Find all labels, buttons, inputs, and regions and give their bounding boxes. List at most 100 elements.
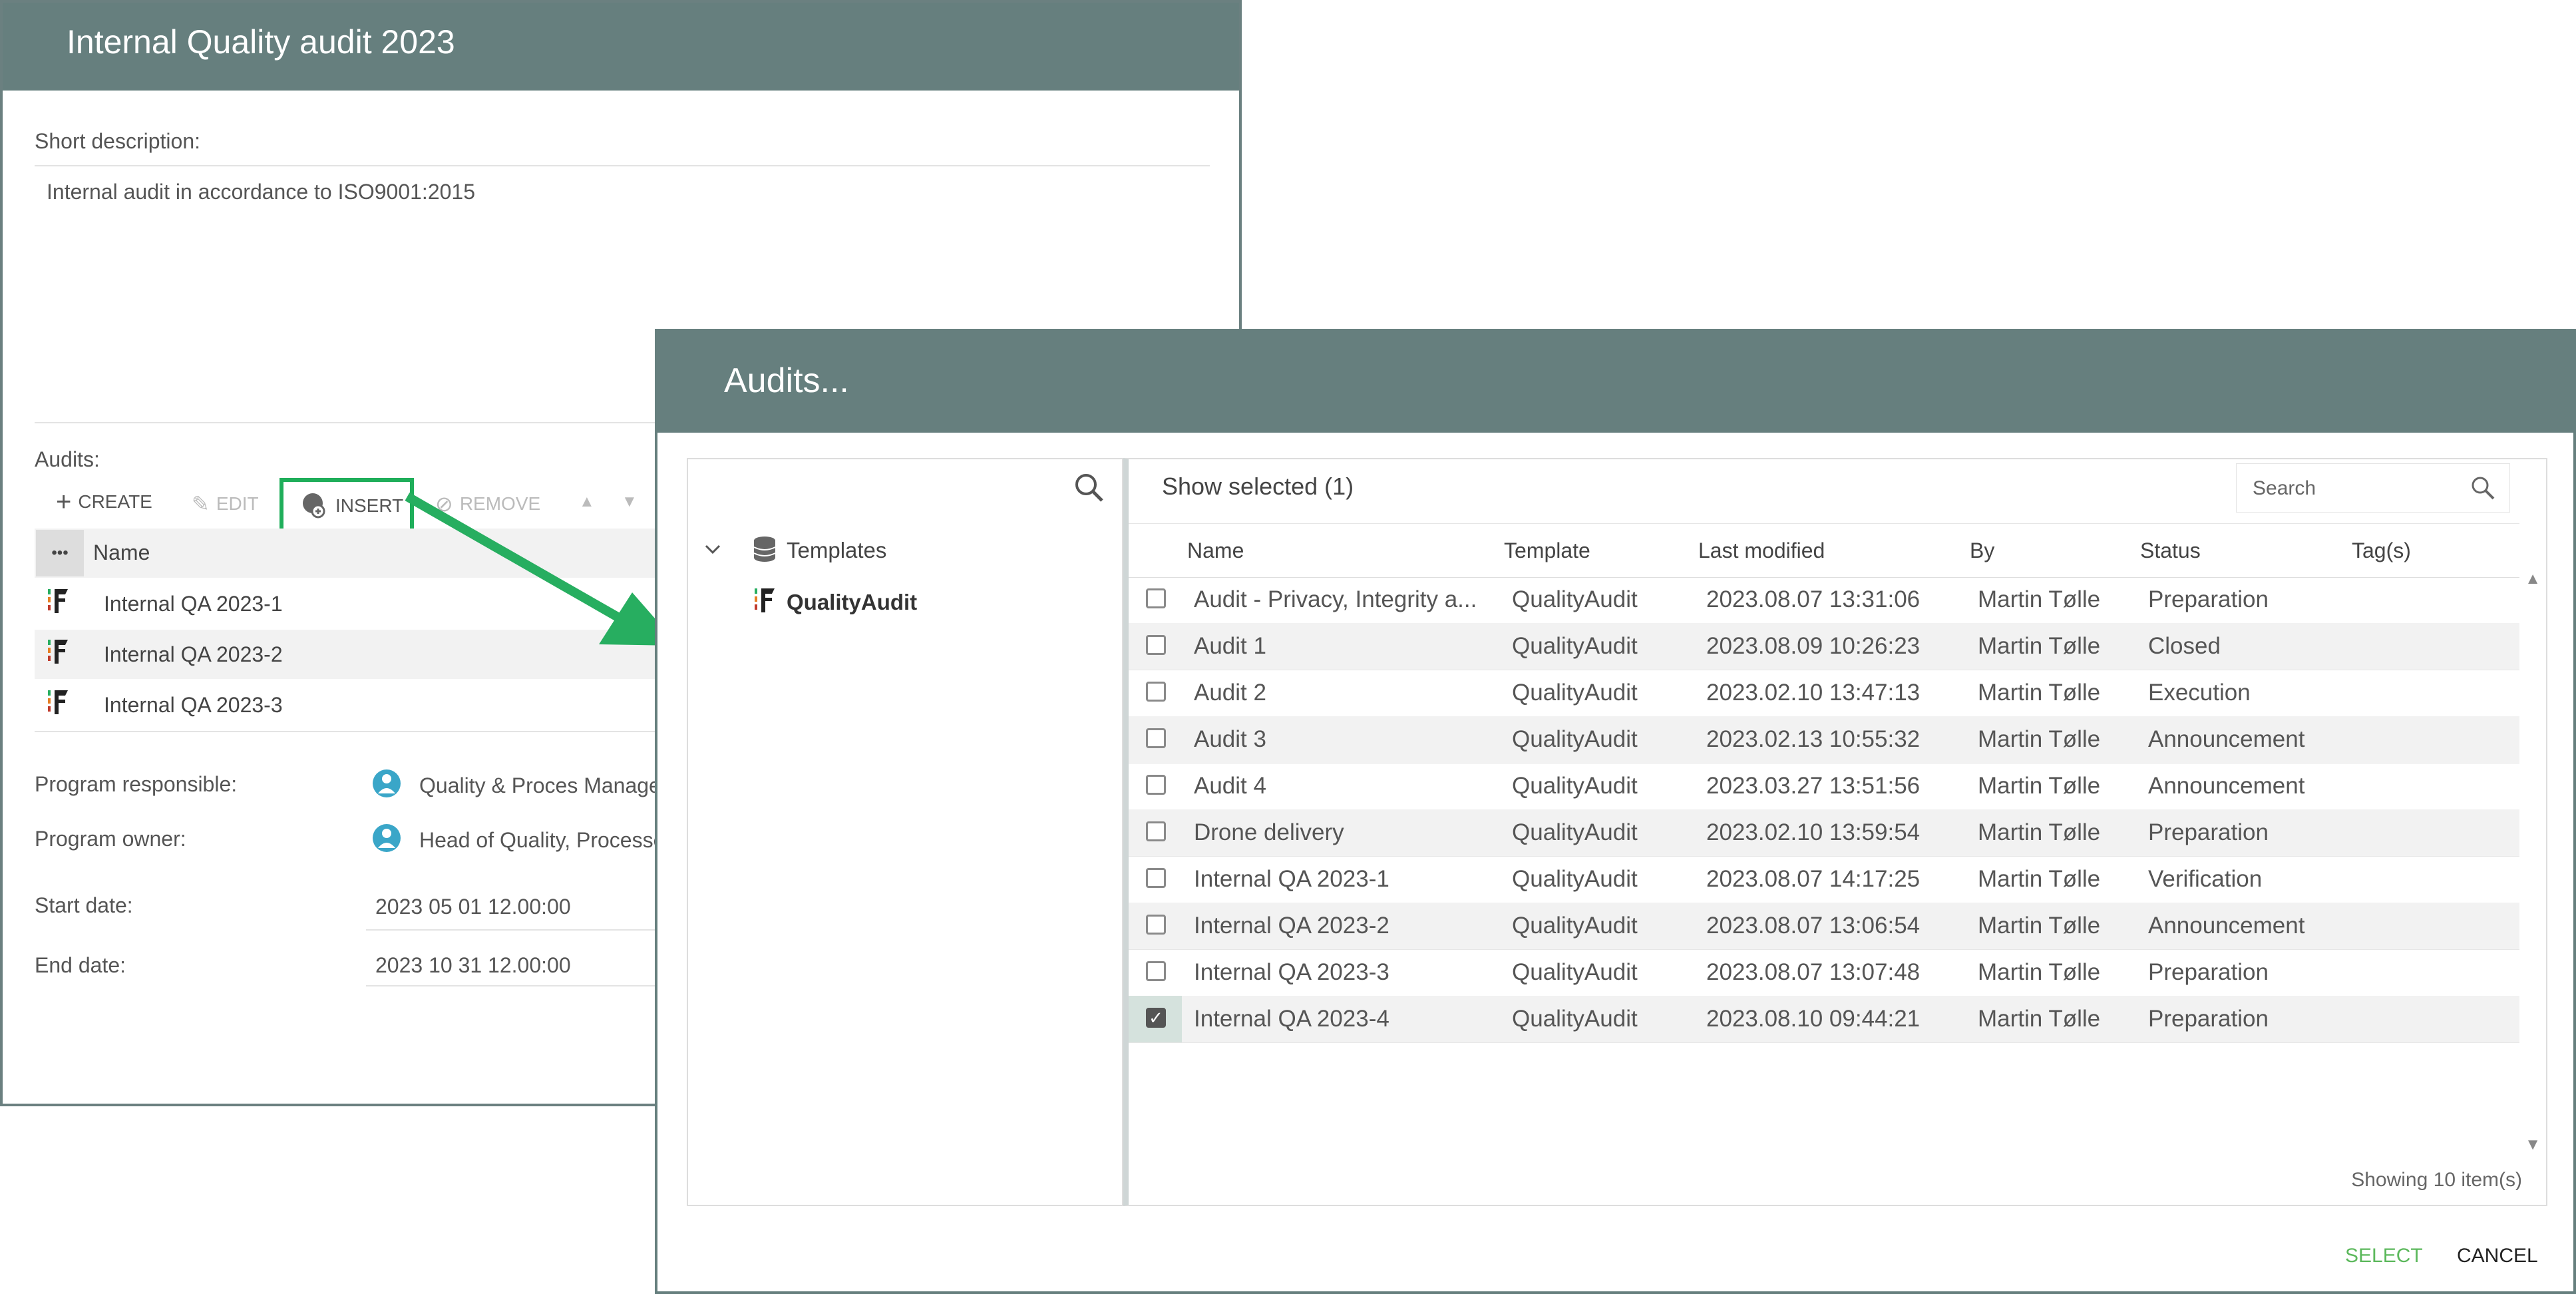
pencil-icon: ✎ [192, 492, 210, 516]
scroll-down-icon[interactable]: ▼ [2525, 1136, 2541, 1154]
table-row[interactable]: Audit 4 QualityAudit 2023.03.27 13:51:56 Ma… [1129, 763, 2519, 810]
table-row[interactable]: Audit - Privacy, Integrity a... QualityAu… [1129, 576, 2519, 624]
cell-template: QualityAudit [1512, 866, 1638, 892]
audit-template-icon [45, 688, 79, 722]
cell-by: Martin Tølle [1978, 959, 2101, 985]
divider [366, 985, 659, 986]
audits-dialog: Audits... Templates QualityAudit Show se… [655, 329, 2576, 1294]
cell-by: Martin Tølle [1978, 680, 2101, 706]
insert-button[interactable]: INSERT [299, 491, 403, 521]
program-owner-value[interactable]: Head of Quality, Processe [419, 828, 665, 853]
more-menu[interactable]: ••• [36, 530, 84, 576]
row-checkbox[interactable] [1146, 775, 1166, 795]
row-checkbox[interactable] [1146, 821, 1166, 841]
cell-status: Preparation [2148, 586, 2269, 612]
cell-by: Martin Tølle [1978, 1006, 2101, 1032]
database-icon [752, 535, 777, 566]
column-header-tags[interactable]: Tag(s) [2352, 524, 2411, 577]
cell-template: QualityAudit [1512, 726, 1638, 752]
row-select-cell [1129, 623, 1182, 670]
audit-list-item[interactable]: Internal QA 2023-3 [35, 680, 660, 730]
table-row[interactable]: ✓ Internal QA 2023-4 QualityAudit 2023.08.1… [1129, 996, 2519, 1043]
window-title: Internal Quality audit 2023 [67, 23, 455, 61]
search-box[interactable]: Search [2236, 463, 2510, 513]
table-row[interactable]: Audit 3 QualityAudit 2023.02.13 10:55:32 Ma… [1129, 716, 2519, 763]
end-date-field[interactable]: 2023 10 31 12.00:00 [375, 953, 571, 978]
cell-name: Internal QA 2023-3 [1194, 959, 1389, 985]
table-row[interactable]: Drone delivery QualityAudit 2023.02.10 13:… [1129, 809, 2519, 857]
row-select-cell [1129, 716, 1182, 763]
row-select-cell [1129, 949, 1182, 996]
row-select-cell [1129, 809, 1182, 856]
end-date-label: End date: [35, 953, 126, 977]
tree-node-templates[interactable]: Templates [787, 538, 886, 563]
table-row[interactable]: Audit 2 QualityAudit 2023.02.10 13:47:13 Ma… [1129, 670, 2519, 717]
cell-template: QualityAudit [1512, 680, 1638, 706]
insert-link-icon [303, 493, 325, 519]
cell-last-modified: 2023.08.07 13:31:06 [1706, 586, 1921, 612]
audit-template-icon [752, 586, 783, 616]
table-row[interactable]: Internal QA 2023-1 QualityAudit 2023.08.07… [1129, 856, 2519, 903]
cancel-button[interactable]: CANCEL [2457, 1245, 2538, 1267]
cell-by: Martin Tølle [1978, 913, 2101, 939]
scroll-up-icon[interactable]: ▲ [2525, 570, 2541, 588]
row-select-cell [1129, 856, 1182, 903]
column-header-last-modified[interactable]: Last modified [1698, 524, 1825, 577]
column-header-name[interactable]: Name [1187, 524, 1244, 577]
audit-template-icon [45, 586, 79, 621]
row-select-cell [1129, 903, 1182, 949]
divider [35, 165, 1210, 166]
edit-button[interactable]: ✎ EDIT [192, 491, 259, 517]
program-responsible-label: Program responsible: [35, 772, 238, 796]
name-column-header[interactable]: Name [93, 540, 150, 565]
dialog-header [657, 331, 2573, 433]
row-select-cell [1129, 763, 1182, 809]
row-checkbox[interactable] [1146, 682, 1166, 702]
cell-last-modified: 2023.03.27 13:51:56 [1706, 773, 1921, 799]
item-count: Showing 10 item(s) [2351, 1169, 2522, 1191]
create-button[interactable]: + CREATE [56, 489, 152, 515]
cell-by: Martin Tølle [1978, 726, 2101, 752]
cell-status: Closed [2148, 633, 2221, 659]
cell-by: Martin Tølle [1978, 586, 2101, 612]
row-checkbox[interactable] [1146, 728, 1166, 748]
cell-last-modified: 2023.08.07 13:06:54 [1706, 913, 1921, 939]
search-icon[interactable] [1073, 471, 1105, 507]
search-input[interactable]: Search [2253, 477, 2316, 500]
cell-last-modified: 2023.02.13 10:55:32 [1706, 726, 1921, 752]
short-description-text[interactable]: Internal audit in accordance to ISO9001:… [47, 180, 475, 204]
row-checkbox[interactable]: ✓ [1146, 1008, 1166, 1028]
program-owner-label: Program owner: [35, 827, 186, 851]
column-header-by[interactable]: By [1970, 524, 1994, 577]
table-row[interactable]: Internal QA 2023-3 QualityAudit 2023.08.07… [1129, 949, 2519, 996]
annotation-arrow [405, 492, 679, 646]
cell-status: Verification [2148, 866, 2263, 892]
start-date-field[interactable]: 2023 05 01 12.00:00 [375, 895, 571, 919]
tree-node-qualityaudit[interactable]: QualityAudit [787, 590, 917, 615]
cell-template: QualityAudit [1512, 633, 1638, 659]
chevron-down-icon[interactable] [703, 539, 723, 562]
row-checkbox[interactable] [1146, 588, 1166, 608]
row-select-cell [1129, 670, 1182, 716]
search-icon[interactable] [2470, 475, 2496, 505]
table-row[interactable]: Internal QA 2023-2 QualityAudit 2023.08.07… [1129, 903, 2519, 950]
select-button[interactable]: SELECT [2345, 1245, 2423, 1267]
cell-name: Drone delivery [1194, 819, 1344, 845]
cell-last-modified: 2023.08.07 14:17:25 [1706, 866, 1921, 892]
cell-name: Audit 4 [1194, 773, 1266, 799]
row-checkbox[interactable] [1146, 961, 1166, 981]
cell-by: Martin Tølle [1978, 866, 2101, 892]
row-checkbox[interactable] [1146, 868, 1166, 888]
show-selected-toggle[interactable]: Show selected (1) [1162, 473, 1354, 501]
column-header-status[interactable]: Status [2140, 524, 2201, 577]
dialog-title: Audits... [724, 361, 849, 400]
cell-last-modified: 2023.08.09 10:26:23 [1706, 633, 1921, 659]
cell-name: Internal QA 2023-1 [1194, 866, 1389, 892]
row-checkbox[interactable] [1146, 635, 1166, 655]
table-row[interactable]: Audit 1 QualityAudit 2023.08.09 10:26:23 Ma… [1129, 623, 2519, 670]
user-role-icon [371, 768, 402, 802]
program-responsible-value[interactable]: Quality & Proces Manager [419, 773, 668, 798]
cell-template: QualityAudit [1512, 959, 1638, 985]
row-checkbox[interactable] [1146, 915, 1166, 935]
column-header-template[interactable]: Template [1504, 524, 1590, 577]
